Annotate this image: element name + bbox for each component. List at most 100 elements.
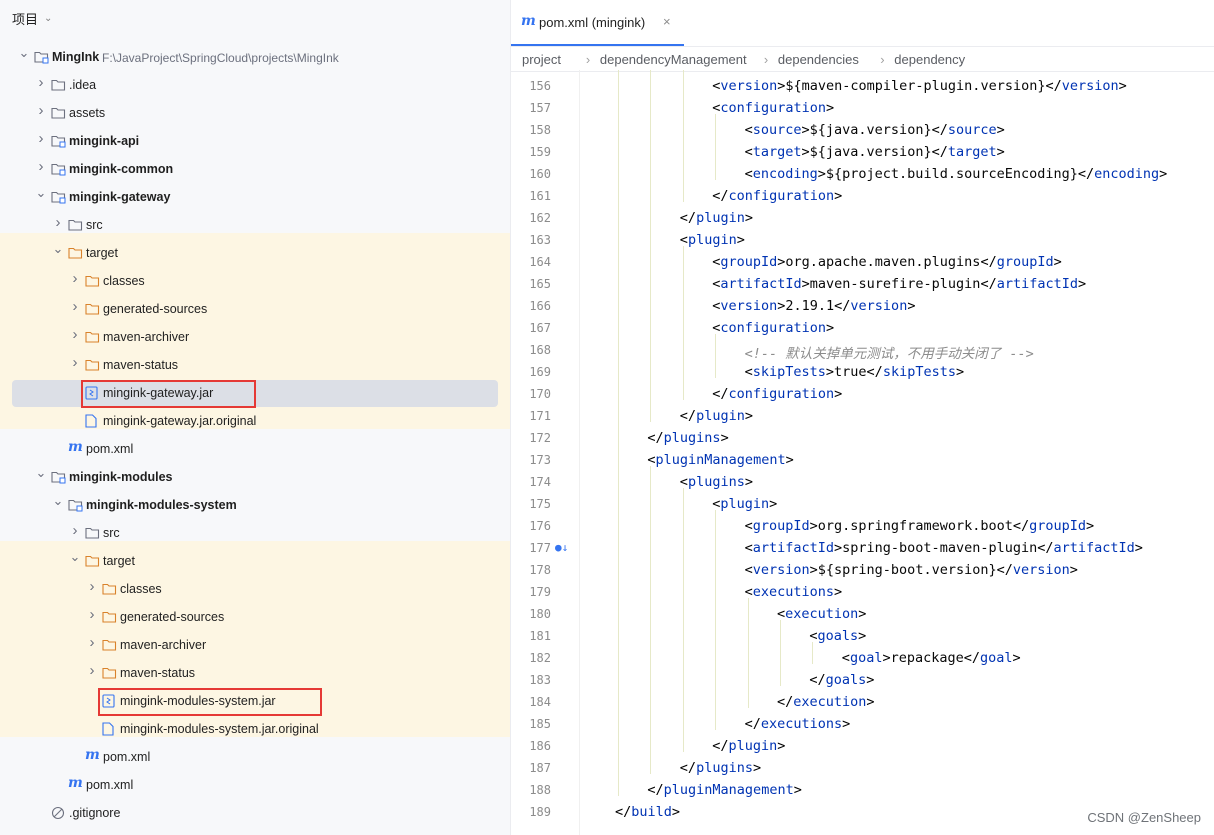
code-line[interactable]: <goals> <box>809 628 866 644</box>
code-line[interactable]: <executions> <box>745 584 843 600</box>
breadcrumb-item-dependencies[interactable]: dependencies <box>778 52 859 67</box>
code-line[interactable]: <configuration> <box>712 100 834 116</box>
code-line[interactable]: <!-- 默认关掉单元测试，不用手动关闭了 --> <box>745 342 1034 362</box>
chevron-down-icon[interactable]: ⌄ <box>35 185 47 201</box>
code-line[interactable]: </plugins> <box>647 430 728 446</box>
breadcrumb-item-dependency[interactable]: dependency <box>894 52 965 67</box>
tree-item-mingink-common[interactable]: › mingink-common <box>0 155 510 183</box>
tree-item-classes[interactable]: › classes <box>0 267 510 295</box>
chevron-down-icon[interactable]: ⌄ <box>44 13 52 24</box>
chevron-right-icon[interactable]: › <box>35 74 47 91</box>
indent-guide <box>715 334 717 378</box>
tree-item-generated-sources[interactable]: › generated-sources <box>0 603 510 631</box>
tree-item-generated-sources[interactable]: › generated-sources <box>0 295 510 323</box>
breadcrumb-separator: › <box>585 52 591 67</box>
tree-item-pom-xml[interactable]: m pom.xml <box>0 743 510 771</box>
code-line[interactable]: <artifactId>maven-surefire-plugin</artif… <box>712 276 1086 292</box>
tree-item-maven-status[interactable]: › maven-status <box>0 351 510 379</box>
chevron-right-icon[interactable]: › <box>69 522 81 539</box>
breadcrumb: project › dependencyManagement › dependencie… <box>511 47 1214 72</box>
tree-item-mingink-modules[interactable]: ⌄ mingink-modules <box>0 463 510 491</box>
code-line[interactable]: </plugins> <box>680 760 761 776</box>
project-view-header[interactable]: 项目 ⌄ <box>12 9 52 28</box>
code-line[interactable]: </execution> <box>777 694 875 710</box>
chevron-right-icon[interactable]: › <box>86 578 98 595</box>
close-icon[interactable]: × <box>663 14 671 29</box>
code-line[interactable]: <pluginManagement> <box>647 452 793 468</box>
chevron-down-icon[interactable]: ⌄ <box>18 45 30 61</box>
code-line[interactable]: <version>2.19.1</version> <box>712 298 915 314</box>
chevron-down-icon[interactable]: ⌄ <box>35 465 47 481</box>
chevron-down-icon[interactable]: ⌄ <box>52 493 64 509</box>
chevron-right-icon[interactable]: › <box>35 158 47 175</box>
tree-item-mingink-modules-system-jar-original[interactable]: mingink-modules-system.jar.original <box>0 715 510 743</box>
code-line[interactable]: </build> <box>615 804 680 820</box>
code-line[interactable]: <execution> <box>777 606 866 622</box>
tree-item-pom-xml[interactable]: m pom.xml <box>0 435 510 463</box>
tree-item-src[interactable]: › src <box>0 211 510 239</box>
code-line[interactable]: </plugin> <box>680 408 753 424</box>
code-line[interactable]: <target>${java.version}</target> <box>745 144 1005 160</box>
tree-item-mingink[interactable]: ⌄ MingInk F:\JavaProject\SpringCloud\proje… <box>0 43 510 71</box>
code-line[interactable]: <source>${java.version}</source> <box>745 122 1005 138</box>
code-line[interactable]: <artifactId>spring-boot-maven-plugin</ar… <box>745 540 1143 556</box>
module-folder-icon <box>51 190 66 209</box>
tree-item-mingink-gateway-jar-original[interactable]: mingink-gateway.jar.original <box>0 407 510 435</box>
code-line[interactable]: <skipTests>true</skipTests> <box>745 364 965 380</box>
chevron-right-icon[interactable]: › <box>52 214 64 231</box>
breadcrumb-item-dependencymanagement[interactable]: dependencyManagement <box>600 52 747 67</box>
tree-item-maven-status[interactable]: › maven-status <box>0 659 510 687</box>
tree-item-maven-archiver[interactable]: › maven-archiver <box>0 323 510 351</box>
code-line[interactable]: <goal>repackage</goal> <box>842 650 1021 666</box>
chevron-right-icon[interactable]: › <box>69 354 81 371</box>
code-line[interactable]: <version>${maven-compiler-plugin.version… <box>712 78 1127 94</box>
chevron-right-icon[interactable]: › <box>86 634 98 651</box>
module-folder-icon <box>68 498 83 517</box>
code-line[interactable]: <plugins> <box>680 474 753 490</box>
code-line[interactable]: <groupId>org.apache.maven.plugins</group… <box>712 254 1062 270</box>
code-line[interactable]: <plugin> <box>680 232 745 248</box>
tree-item-classes[interactable]: › classes <box>0 575 510 603</box>
code-area[interactable]: 156 <version>${maven-compiler-plugin.vers… <box>511 70 1214 835</box>
tree-item-assets[interactable]: › assets <box>0 99 510 127</box>
code-line[interactable]: </pluginManagement> <box>647 782 801 798</box>
breadcrumb-item-project[interactable]: project <box>522 52 561 67</box>
tree-item-mingink-gateway[interactable]: ⌄ mingink-gateway <box>0 183 510 211</box>
code-line[interactable]: <groupId>org.springframework.boot</group… <box>745 518 1095 534</box>
chevron-right-icon[interactable]: › <box>69 270 81 287</box>
code-line[interactable]: <encoding>${project.build.sourceEncoding… <box>745 166 1168 182</box>
tree-item-gitignore[interactable]: .gitignore <box>0 799 510 827</box>
tree-item-pom-xml[interactable]: m pom.xml <box>0 771 510 799</box>
chevron-right-icon[interactable]: › <box>86 606 98 623</box>
tree-item-label: maven-status <box>120 666 196 680</box>
code-line[interactable]: <configuration> <box>712 320 834 336</box>
tree-item-idea[interactable]: › .idea <box>0 71 510 99</box>
code-line[interactable]: </executions> <box>745 716 851 732</box>
tree-item-mingink-gateway-jar[interactable]: mingink-gateway.jar <box>0 379 510 408</box>
code-line[interactable]: </configuration> <box>712 188 842 204</box>
tree-item-mingink-modules-system[interactable]: ⌄ mingink-modules-system <box>0 491 510 519</box>
tree-item-mingink-api[interactable]: › mingink-api <box>0 127 510 155</box>
code-line[interactable]: <version>${spring-boot.version}</version… <box>745 562 1078 578</box>
code-line[interactable]: </plugin> <box>680 210 753 226</box>
code-line[interactable]: <plugin> <box>712 496 777 512</box>
tab-pom-xml[interactable]: m pom.xml (mingink) × <box>511 0 684 46</box>
tree-item-target[interactable]: ⌄ target <box>0 547 510 575</box>
chevron-right-icon[interactable]: › <box>35 102 47 119</box>
chevron-right-icon[interactable]: › <box>69 326 81 343</box>
chevron-down-icon[interactable]: ⌄ <box>52 241 64 257</box>
red-highlight-box <box>81 380 256 408</box>
chevron-down-icon[interactable]: ⌄ <box>69 549 81 565</box>
implementation-gutter-icon[interactable]: ●↓ <box>555 541 568 554</box>
tree-item-maven-archiver[interactable]: › maven-archiver <box>0 631 510 659</box>
tree-item-mingink-modules-system-jar[interactable]: mingink-modules-system.jar <box>0 687 510 716</box>
tree-item-src[interactable]: › src <box>0 519 510 547</box>
code-line[interactable]: </plugin> <box>712 738 785 754</box>
code-line[interactable]: </goals> <box>809 672 874 688</box>
code-line[interactable]: </configuration> <box>712 386 842 402</box>
chevron-right-icon[interactable]: › <box>35 130 47 147</box>
chevron-right-icon[interactable]: › <box>86 662 98 679</box>
tree-item-target[interactable]: ⌄ target <box>0 239 510 267</box>
line-number: 173 <box>529 453 551 467</box>
chevron-right-icon[interactable]: › <box>69 298 81 315</box>
